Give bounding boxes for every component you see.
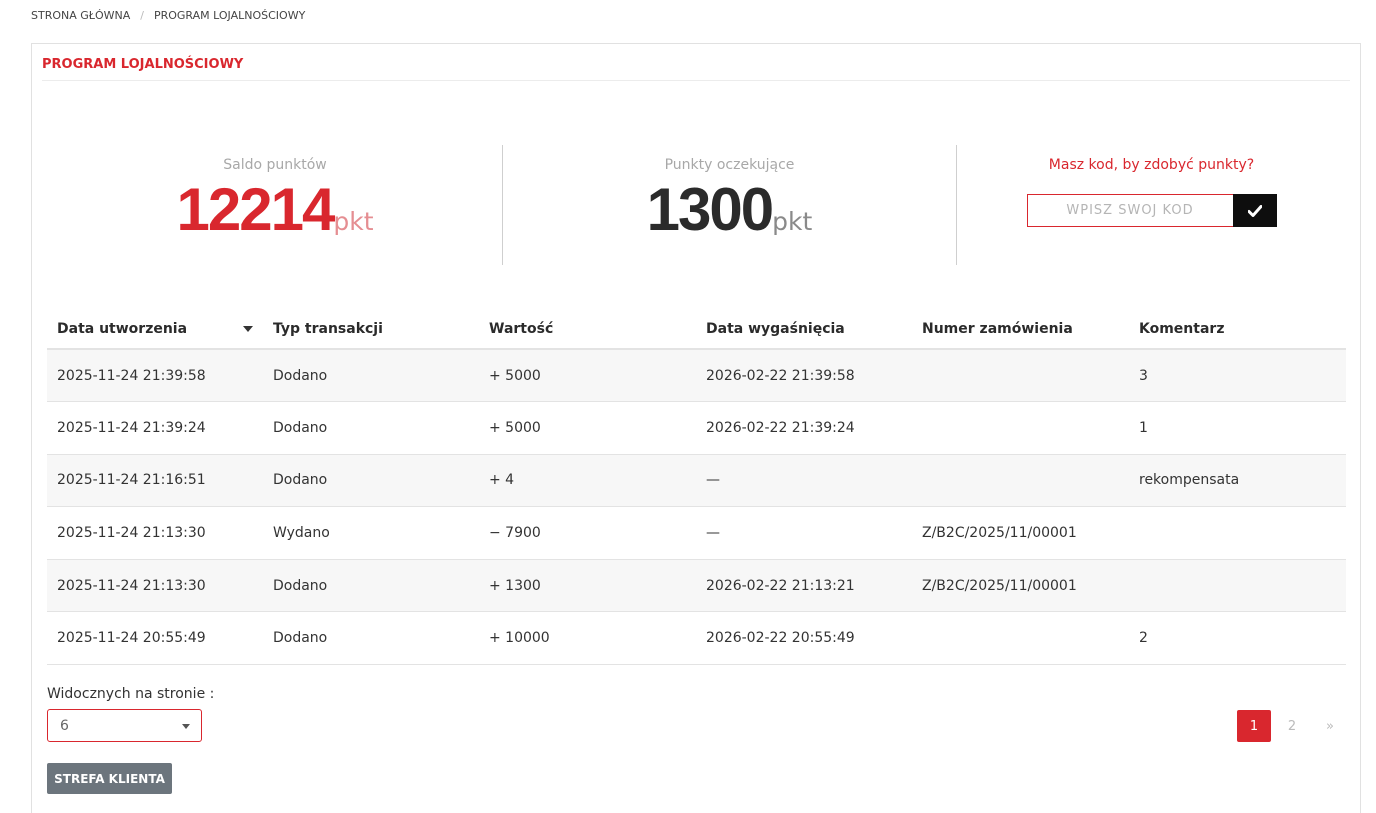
check-icon — [1247, 204, 1262, 217]
column-header-comment: Komentarz — [1129, 310, 1346, 350]
cell-expires: 2026-02-22 21:39:58 — [696, 349, 912, 403]
cell-comment — [1129, 506, 1346, 560]
column-header-created[interactable]: Data utworzenia — [47, 310, 263, 350]
per-page-selected-value: 6 — [60, 717, 69, 734]
cell-value: + 5000 — [479, 349, 696, 403]
cell-order — [912, 454, 1129, 508]
column-header-expires: Data wygaśnięcia — [696, 310, 912, 350]
cell-order — [912, 401, 1129, 455]
panel-title: PROGRAM LOJALNOŚCIOWY — [42, 57, 244, 72]
column-header-label: Data utworzenia — [57, 321, 188, 337]
breadcrumb: STRONA GŁÓWNA / PROGRAM LOJALNOŚCIOWY — [31, 9, 305, 22]
pagination: 1 2 » — [1237, 710, 1347, 742]
cell-created: 2025-11-24 21:13:30 — [47, 559, 263, 613]
cell-order: Z/B2C/2025/11/00001 — [912, 506, 1129, 560]
column-header-type: Typ transakcji — [263, 310, 479, 350]
cell-created: 2025-11-24 21:13:30 — [47, 506, 263, 560]
balance-unit: pkt — [333, 207, 374, 236]
cell-value: + 5000 — [479, 401, 696, 455]
cell-expires: — — [696, 506, 912, 560]
balance-label: Saldo punktów — [223, 157, 327, 173]
cell-type: Dodano — [263, 454, 479, 508]
next-page-button[interactable]: » — [1313, 710, 1347, 742]
title-divider — [42, 80, 1350, 81]
cell-comment: 1 — [1129, 401, 1346, 455]
cell-created: 2025-11-24 21:39:58 — [47, 349, 263, 403]
balance-stat: Saldo punktów 12214pkt — [48, 145, 502, 265]
cell-value: − 7900 — [479, 506, 696, 560]
breadcrumb-home-link[interactable]: STRONA GŁÓWNA — [31, 9, 130, 22]
pending-stat: Punkty oczekujące 1300pkt — [502, 145, 956, 265]
page-1-button[interactable]: 1 — [1237, 710, 1271, 742]
page-2-button[interactable]: 2 — [1275, 710, 1309, 742]
table-row: 2025-11-24 20:55:49 Dodano + 10000 2026-02-… — [47, 611, 1346, 666]
cell-value: + 4 — [479, 454, 696, 508]
customer-zone-button[interactable]: STREFA KLIENTA — [47, 763, 172, 794]
chevron-down-icon — [182, 724, 190, 729]
cell-order — [912, 349, 1129, 403]
sort-desc-icon[interactable] — [243, 326, 253, 332]
pending-label: Punkty oczekujące — [664, 157, 795, 173]
table-header-row: Data utworzenia Typ transakcji Wartość D… — [47, 310, 1346, 350]
promo-code-section: Masz kod, by zdobyć punkty? — [956, 145, 1346, 265]
per-page-label: Widocznych na stronie : — [47, 686, 215, 702]
pending-value: 1300 — [646, 176, 774, 243]
cell-expires: 2026-02-22 21:13:21 — [696, 559, 912, 613]
breadcrumb-separator: / — [140, 9, 144, 22]
cell-created: 2025-11-24 20:55:49 — [47, 611, 263, 666]
table-row: 2025-11-24 21:39:58 Dodano + 5000 2026-02-2… — [47, 349, 1346, 403]
table-row: 2025-11-24 21:13:30 Wydano − 7900— Z/B2C/20… — [47, 506, 1346, 560]
cell-order — [912, 611, 1129, 666]
cell-comment — [1129, 559, 1346, 613]
table-row: 2025-11-24 21:16:51 Dodano + 4— rekompensat… — [47, 454, 1346, 508]
cell-type: Dodano — [263, 401, 479, 455]
balance-value-row: 12214pkt — [48, 180, 502, 252]
column-header-order: Numer zamówienia — [912, 310, 1129, 350]
cell-created: 2025-11-24 21:39:24 — [47, 401, 263, 455]
promo-code-label: Masz kod, by zdobyć punkty? — [1048, 157, 1255, 173]
cell-type: Dodano — [263, 349, 479, 403]
cell-comment: 2 — [1129, 611, 1346, 666]
cell-type: Wydano — [263, 506, 479, 560]
per-page-select[interactable]: 6 — [47, 709, 202, 742]
cell-type: Dodano — [263, 611, 479, 666]
cell-created: 2025-11-24 21:16:51 — [47, 454, 263, 508]
column-header-value: Wartość — [479, 310, 696, 350]
promo-code-input[interactable] — [1026, 194, 1233, 227]
cell-expires: — — [696, 454, 912, 508]
cell-type: Dodano — [263, 559, 479, 613]
cell-order: Z/B2C/2025/11/00001 — [912, 559, 1129, 613]
breadcrumb-current: PROGRAM LOJALNOŚCIOWY — [153, 9, 306, 22]
pending-value-row: 1300pkt — [503, 180, 956, 252]
promo-code-form — [1026, 194, 1277, 227]
cell-comment: rekompensata — [1129, 454, 1346, 508]
cell-expires: 2026-02-22 21:39:24 — [696, 401, 912, 455]
cell-expires: 2026-02-22 20:55:49 — [696, 611, 912, 666]
promo-code-submit-button[interactable] — [1232, 194, 1277, 227]
pending-unit: pkt — [772, 207, 813, 236]
loyalty-panel: PROGRAM LOJALNOŚCIOWY Saldo punktów 1221… — [31, 43, 1361, 813]
cell-value: + 10000 — [479, 611, 696, 666]
transactions-table: Data utworzenia Typ transakcji Wartość D… — [47, 310, 1346, 666]
cell-value: + 1300 — [479, 559, 696, 613]
cell-comment: 3 — [1129, 349, 1346, 403]
table-row: 2025-11-24 21:39:24 Dodano + 5000 2026-02-2… — [47, 401, 1346, 455]
balance-value: 12214 — [176, 176, 335, 243]
table-row: 2025-11-24 21:13:30 Dodano + 1300 2026-02-2… — [47, 559, 1346, 613]
